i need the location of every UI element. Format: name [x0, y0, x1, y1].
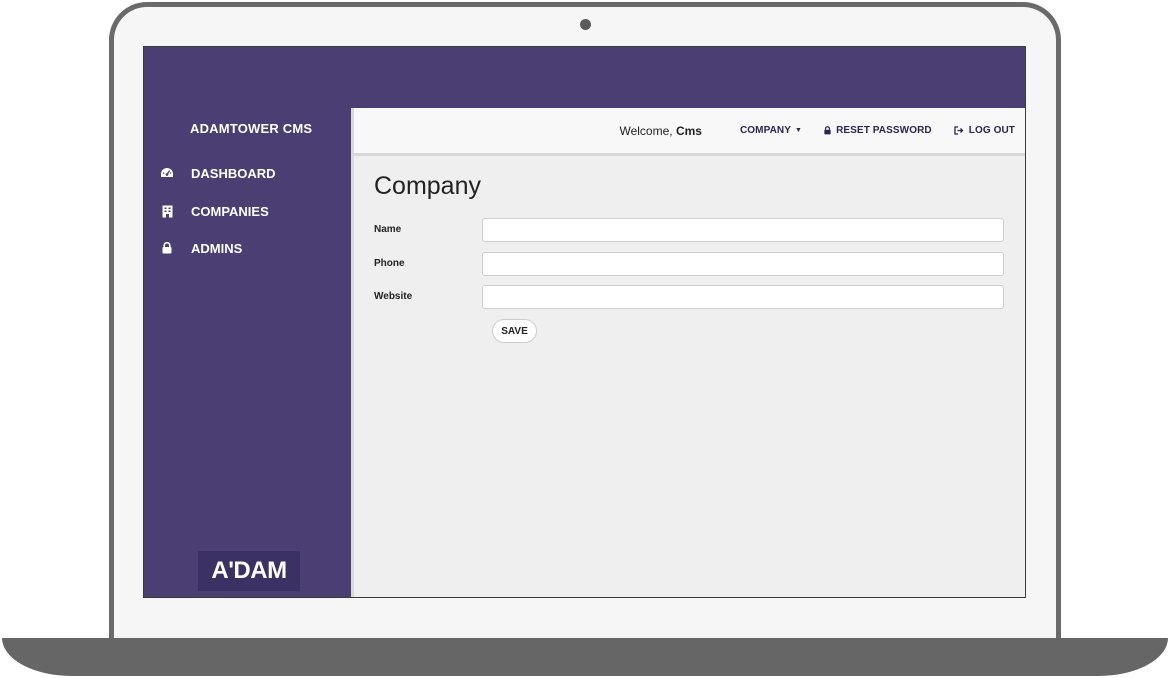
phone-field[interactable] [482, 252, 1004, 276]
logout-icon [954, 126, 964, 135]
lock-icon [158, 242, 176, 254]
main-content: Welcome, Cms COMPANY ▼ RESET PASSWORD LO… [351, 108, 1025, 597]
phone-row: Phone [374, 252, 1006, 276]
logout-label: LOG OUT [968, 125, 1015, 136]
save-button[interactable]: SAVE [492, 319, 537, 343]
reset-password-link[interactable]: RESET PASSWORD [824, 125, 932, 136]
sidebar-item-label: DASHBOARD [191, 165, 276, 181]
name-row: Name [374, 218, 1006, 242]
top-bar: Welcome, Cms COMPANY ▼ RESET PASSWORD LO… [354, 108, 1025, 156]
website-field[interactable] [482, 285, 1004, 309]
sidebar-item-admins[interactable]: ADMINS [158, 238, 242, 258]
page-title: Company [374, 172, 481, 200]
website-row: Website [374, 285, 1006, 309]
welcome-prefix: Welcome, [619, 123, 673, 138]
website-label: Website [374, 291, 413, 302]
welcome-text: Welcome, Cms [619, 124, 702, 138]
screen: ADAMTOWER CMS DASHBOARD COMPANIES ADMINS… [143, 46, 1026, 598]
phone-label: Phone [374, 258, 405, 269]
company-dropdown-label: COMPANY [739, 125, 792, 136]
sidebar-item-dashboard[interactable]: DASHBOARD [158, 163, 276, 183]
username: Cms [675, 123, 702, 138]
name-field[interactable] [482, 218, 1004, 242]
logout-link[interactable]: LOG OUT [954, 125, 1015, 136]
lock-icon [824, 126, 831, 135]
sidebar-item-label: ADMINS [191, 240, 243, 256]
sidebar-item-companies[interactable]: COMPANIES [158, 201, 269, 221]
company-dropdown[interactable]: COMPANY ▼ [740, 125, 802, 136]
sidebar: ADAMTOWER CMS DASHBOARD COMPANIES ADMINS… [144, 47, 351, 597]
building-icon [158, 205, 176, 218]
camera [580, 19, 591, 30]
adam-logo: A'DAM [198, 551, 300, 591]
caret-down-icon: ▼ [795, 127, 803, 134]
reset-password-label: RESET PASSWORD [836, 125, 932, 136]
dashboard-icon [158, 167, 176, 179]
name-label: Name [374, 224, 402, 235]
laptop-base [2, 638, 1168, 676]
sidebar-item-label: COMPANIES [191, 203, 269, 219]
brand-title: ADAMTOWER CMS [190, 121, 313, 136]
